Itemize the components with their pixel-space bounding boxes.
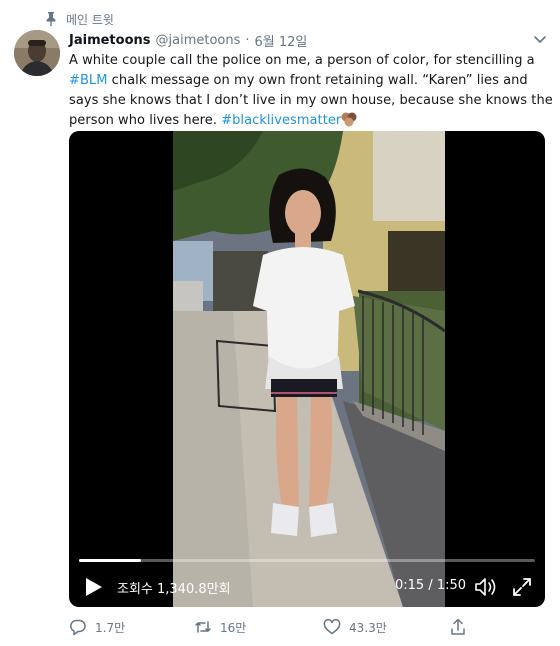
tweet-text-line-2-rest: chalk message on my own front retaining … xyxy=(107,73,528,88)
video-controls: 조회수 1,340.8만회 0:15 / 1:50 xyxy=(69,568,545,604)
display-name[interactable]: Jaimetoons xyxy=(69,33,151,48)
reply-button[interactable]: 1.7만 xyxy=(69,616,125,638)
retweet-button[interactable]: 16만 xyxy=(194,616,246,638)
view-count: 조회수 1,340.8만회 xyxy=(117,582,231,597)
retweet-count: 16만 xyxy=(220,620,247,635)
like-button[interactable]: 43.3만 xyxy=(323,616,387,638)
reply-icon xyxy=(70,619,86,636)
retweet-icon xyxy=(195,621,211,633)
tweet-text-line-1: A white couple call the police on me, a … xyxy=(69,53,535,68)
video-player[interactable]: 조회수 1,340.8만회 0:15 / 1:50 xyxy=(69,131,545,607)
share-button[interactable] xyxy=(449,616,467,638)
video-progress-fill xyxy=(79,559,142,562)
fullscreen-icon[interactable] xyxy=(511,576,533,598)
tweet-text-line-4-start: person who lives here. xyxy=(69,113,222,128)
header-separator: · xyxy=(245,32,250,48)
tweet-actions: 1.7만 16만 43.3만 xyxy=(69,616,489,638)
user-handle[interactable]: @jaimetoons xyxy=(156,33,241,48)
tweet-date[interactable]: 6월 12일 xyxy=(255,31,308,50)
pinned-label: 메인 트윗 xyxy=(66,12,114,27)
fist-emoji-icon xyxy=(341,111,361,127)
tweet-text-line-2: #BLM chalk message on my own front retai… xyxy=(69,71,551,91)
tweet-text: A white couple call the police on me, a … xyxy=(69,51,553,131)
video-time: 0:15 / 1:50 xyxy=(395,578,467,593)
video-frame xyxy=(173,131,445,607)
share-icon xyxy=(451,618,465,635)
like-count: 43.3만 xyxy=(349,620,387,635)
chevron-down-icon[interactable] xyxy=(532,31,548,47)
pin-icon xyxy=(46,12,56,26)
hashtag-blm-link[interactable]: #BLM xyxy=(69,73,107,88)
tweet-text-line-3: says she knows that I don’t live in my o… xyxy=(69,93,553,108)
avatar[interactable] xyxy=(14,30,60,76)
pinned-tweet-label: 메인 트윗 xyxy=(46,10,114,28)
play-icon[interactable] xyxy=(85,577,103,597)
heart-icon xyxy=(323,618,341,635)
tweet-text-line-4: person who lives here. #blacklivesmatter xyxy=(69,111,551,131)
volume-icon[interactable] xyxy=(474,576,498,598)
hashtag-blacklivesmatter-link[interactable]: #blacklivesmatter xyxy=(221,113,341,128)
reply-count: 1.7만 xyxy=(95,620,126,635)
tweet-header: Jaimetoons @jaimetoons · 6월 12일 xyxy=(69,31,308,50)
video-progress-bar[interactable] xyxy=(79,559,535,562)
